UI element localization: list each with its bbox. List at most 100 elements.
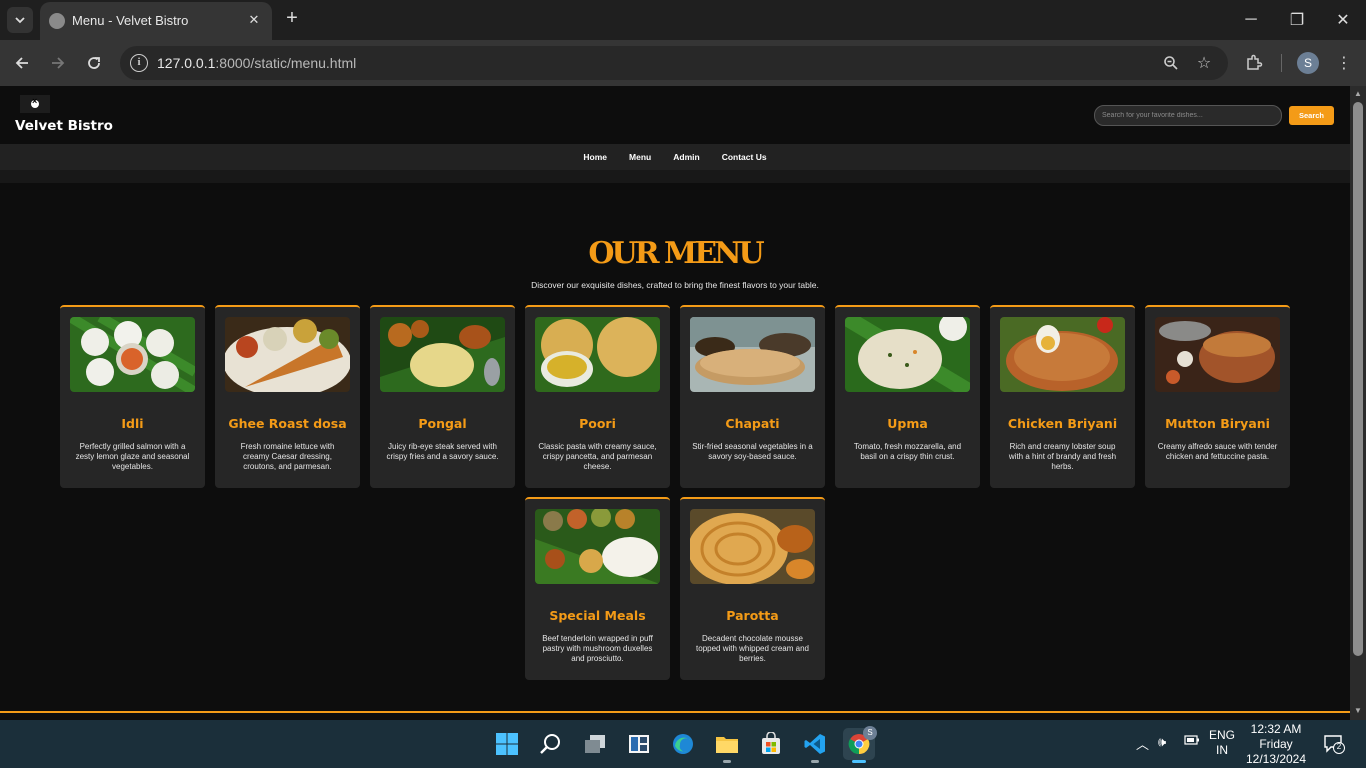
extensions-icon[interactable]	[1243, 52, 1265, 74]
search-button[interactable]: Search	[1289, 106, 1334, 125]
menu-card[interactable]: Chicken Briyani Rich and creamy lobster …	[990, 305, 1135, 488]
footer-divider	[0, 711, 1350, 713]
profile-avatar[interactable]: S	[1297, 52, 1319, 74]
dish-name: Upma	[887, 416, 928, 431]
browser-toolbar: i 127.0.0.1:8000/static/menu.html ☆ S ⋮	[0, 40, 1366, 86]
dish-image-upma	[845, 317, 970, 392]
nav-menu[interactable]: Menu	[629, 152, 651, 162]
dish-description: Perfectly grilled salmon with a zesty le…	[75, 442, 190, 471]
restore-button[interactable]: ❐	[1274, 0, 1320, 40]
menu-title: OUR MENU	[588, 236, 764, 271]
task-view-icon[interactable]	[579, 728, 611, 760]
more-menu-icon[interactable]: ⋮	[1333, 52, 1355, 74]
menu-card[interactable]: Poori Classic pasta with creamy sauce, c…	[525, 305, 670, 488]
menu-card[interactable]: Pongal Juicy rib-eye steak served with c…	[370, 305, 515, 488]
dish-description: Tomato, fresh mozzarella, and basil on a…	[853, 442, 962, 461]
running-indicator	[811, 760, 819, 763]
scrollbar-thumb[interactable]	[1353, 102, 1363, 656]
page-scrollbar[interactable]: ▲ ▼	[1350, 86, 1366, 720]
microsoft-store-icon[interactable]	[755, 728, 787, 760]
site-info-icon[interactable]: i	[130, 54, 148, 72]
dish-name: Idli	[121, 416, 144, 431]
menu-card[interactable]: Ghee Roast dosa Fresh romaine lettuce wi…	[215, 305, 360, 488]
menu-card[interactable]: Chapati Stir-fried seasonal vegetables i…	[680, 305, 825, 488]
search-input[interactable]	[1094, 105, 1282, 126]
browser-tab-bar: Menu - Velvet Bistro ✕ + ─ ❐ ✕	[0, 0, 1366, 40]
running-indicator	[723, 760, 731, 763]
back-button[interactable]	[9, 50, 35, 76]
dish-image-poori	[535, 317, 660, 392]
menu-card[interactable]: Mutton Biryani Creamy alfredo sauce with…	[1145, 305, 1290, 488]
region-code: IN	[1216, 743, 1228, 757]
chrome-icon[interactable]: S	[843, 726, 877, 763]
tab-search-button[interactable]	[7, 7, 33, 33]
dish-image-pongal	[380, 317, 505, 392]
zoom-icon[interactable]	[1160, 52, 1182, 74]
reload-button[interactable]	[81, 50, 107, 76]
dish-name: Poori	[579, 416, 616, 431]
language-indicator[interactable]: ENG IN	[1206, 728, 1238, 758]
url-host: 127.0.0.1	[157, 55, 216, 71]
menu-card[interactable]: Parotta Decadent chocolate mousse topped…	[680, 497, 825, 680]
forward-button[interactable]	[45, 50, 71, 76]
close-tab-icon[interactable]: ✕	[245, 11, 263, 29]
dish-description: Juicy rib-eye steak served with crispy f…	[386, 442, 499, 461]
dish-description: Fresh romaine lettuce with creamy Caesar…	[240, 442, 335, 471]
system-clock[interactable]: 12:32 AM Friday 12/13/2024	[1244, 722, 1308, 767]
dish-name: Parotta	[726, 608, 779, 623]
file-explorer-icon[interactable]	[711, 728, 743, 763]
taskbar: S ︿ 🕪 ENG IN 12:32 AM Friday 12/13/2024 …	[0, 720, 1366, 768]
dish-name: Mutton Biryani	[1165, 416, 1270, 431]
chevron-up-icon[interactable]: ︿	[1136, 734, 1149, 753]
close-window-button[interactable]: ✕	[1320, 0, 1366, 40]
active-indicator	[852, 760, 866, 763]
bookmark-star-icon[interactable]: ☆	[1193, 52, 1215, 74]
chevron-down-icon	[15, 17, 25, 24]
brand-name[interactable]: Velvet Bistro	[15, 118, 113, 134]
address-bar[interactable]: i 127.0.0.1:8000/static/menu.html ☆	[120, 46, 1228, 80]
new-tab-button[interactable]: +	[282, 8, 302, 28]
windows-start-icon[interactable]	[491, 728, 523, 760]
nav-admin[interactable]: Admin	[673, 152, 699, 162]
search-icon[interactable]	[535, 728, 567, 760]
minimize-button[interactable]: ─	[1228, 0, 1274, 40]
logo-icon[interactable]	[20, 95, 50, 113]
main-nav: Home Menu Admin Contact Us	[0, 144, 1350, 170]
widgets-icon[interactable]	[623, 728, 655, 760]
notification-center-icon[interactable]: 2	[1323, 734, 1345, 757]
clock-day: Friday	[1259, 737, 1293, 751]
menu-card[interactable]: Upma Tomato, fresh mozzarella, and basil…	[835, 305, 980, 488]
reload-icon	[88, 57, 100, 69]
dish-name: Special Meals	[549, 608, 646, 623]
dish-image-ghee-roast-dosa	[225, 317, 350, 392]
arrow-left-icon	[15, 57, 28, 69]
nav-home[interactable]: Home	[583, 152, 607, 162]
dish-description: Rich and creamy lobster soup with a hint…	[1008, 442, 1117, 471]
lang-code: ENG	[1208, 728, 1235, 742]
battery-icon[interactable]	[1184, 734, 1200, 749]
dish-description: Creamy alfredo sauce with tender chicken…	[1157, 442, 1278, 461]
dish-description: Decadent chocolate mousse topped with wh…	[696, 634, 809, 663]
dish-image-chicken-briyani	[1000, 317, 1125, 392]
url-text[interactable]: 127.0.0.1:8000/static/menu.html	[157, 55, 356, 71]
volume-icon[interactable]: 🕪	[1158, 734, 1166, 750]
tab-title: Menu - Velvet Bistro	[72, 13, 189, 28]
clock-time: 12:32 AM	[1250, 722, 1302, 736]
toolbar-divider	[1281, 54, 1282, 72]
dish-image-special-meals	[535, 509, 660, 584]
dish-name: Chicken Briyani	[1007, 416, 1118, 431]
arrow-right-icon	[52, 57, 65, 69]
edge-browser-icon[interactable]	[667, 728, 699, 760]
dish-name: Pongal	[418, 416, 467, 431]
menu-card[interactable]: Idli Perfectly grilled salmon with a zes…	[60, 305, 205, 488]
dish-description: Stir-fried seasonal vegetables in a savo…	[692, 442, 813, 461]
scroll-down-arrow-icon[interactable]: ▼	[1353, 706, 1363, 716]
dish-name: Chapati	[725, 416, 780, 431]
menu-card[interactable]: Special Meals Beef tenderloin wrapped in…	[525, 497, 670, 680]
vscode-icon[interactable]	[799, 728, 831, 763]
nav-contact-us[interactable]: Contact Us	[722, 152, 767, 162]
scroll-up-arrow-icon[interactable]: ▲	[1353, 89, 1363, 99]
url-path: :8000/static/menu.html	[215, 55, 357, 71]
browser-tab-active[interactable]: Menu - Velvet Bistro ✕	[40, 2, 272, 40]
dish-image-parotta	[690, 509, 815, 584]
